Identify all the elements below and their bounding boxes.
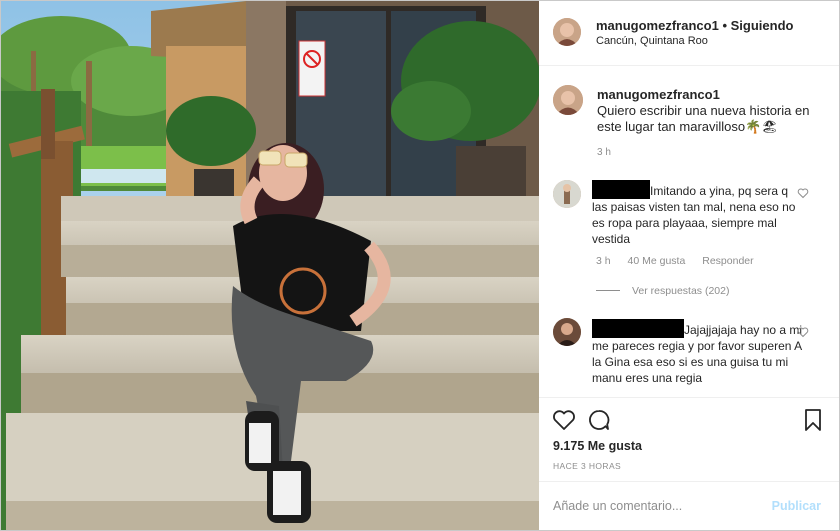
add-comment-input[interactable]: Añade un comentario...: [553, 499, 682, 513]
caption-text: manugomezfranco1 Quiero escribir una nue…: [597, 87, 829, 135]
comment-like-heart-icon[interactable]: [797, 187, 809, 199]
caption-username[interactable]: manugomezfranco1: [597, 87, 720, 102]
redacted-username: [592, 180, 650, 199]
publish-button[interactable]: Publicar: [772, 499, 821, 513]
bookmark-icon[interactable]: [801, 408, 825, 432]
post-timestamp[interactable]: HACE 3 HORAS: [553, 461, 621, 471]
caption-time[interactable]: 3 h: [597, 147, 611, 158]
heart-icon[interactable]: [552, 408, 576, 432]
replies-divider: [596, 290, 620, 291]
reply-button[interactable]: Responder: [702, 255, 753, 267]
comment-text: Imitando a yina, pq sera q las paisas vi…: [592, 180, 804, 247]
comment-like-heart-icon[interactable]: [797, 326, 809, 338]
location-link[interactable]: Cancún, Quintana Roo: [596, 35, 708, 47]
comment-meta: 3 h 40 Me gusta Responder: [596, 255, 768, 267]
redacted-username: [592, 319, 684, 338]
add-comment-bar: Añade un comentario... Publicar: [539, 481, 839, 530]
comment-avatar[interactable]: [553, 180, 581, 208]
view-replies-button[interactable]: Ver respuestas (202): [596, 285, 729, 297]
header-user-line: manugomezfranco1 • Siguiendo: [596, 18, 793, 33]
likes-count[interactable]: 9.175 Me gusta: [553, 439, 642, 453]
comment-text: Jajajjajaja hay no a mi me pareces regia…: [592, 319, 804, 386]
no-entry-sign-icon: [298, 40, 326, 97]
avatar[interactable]: [553, 18, 581, 46]
post-photo[interactable]: [1, 1, 539, 530]
comment-bubble-icon[interactable]: [587, 408, 611, 432]
photo-scene: [1, 1, 539, 530]
comment-avatar[interactable]: [553, 318, 581, 346]
post-dialog: manugomezfranco1 • Siguiendo Cancún, Qui…: [0, 0, 840, 531]
username-link[interactable]: manugomezfranco1: [596, 18, 719, 33]
caption-body: Quiero escribir una nueva historia en es…: [597, 103, 810, 134]
comment-likes[interactable]: 40 Me gusta: [628, 255, 686, 267]
post-side-panel: manugomezfranco1 • Siguiendo Cancún, Qui…: [539, 1, 839, 530]
view-replies-label: Ver respuestas (202): [632, 285, 730, 297]
comment-time[interactable]: 3 h: [596, 255, 611, 267]
following-button[interactable]: Siguiendo: [731, 18, 794, 33]
separator-dot: •: [722, 18, 727, 33]
comments-list[interactable]: manugomezfranco1 Quiero escribir una nue…: [539, 66, 839, 397]
post-header: manugomezfranco1 • Siguiendo Cancún, Qui…: [539, 1, 839, 66]
caption-avatar[interactable]: [553, 85, 583, 115]
post-actions: 9.175 Me gusta HACE 3 HORAS: [539, 397, 839, 482]
